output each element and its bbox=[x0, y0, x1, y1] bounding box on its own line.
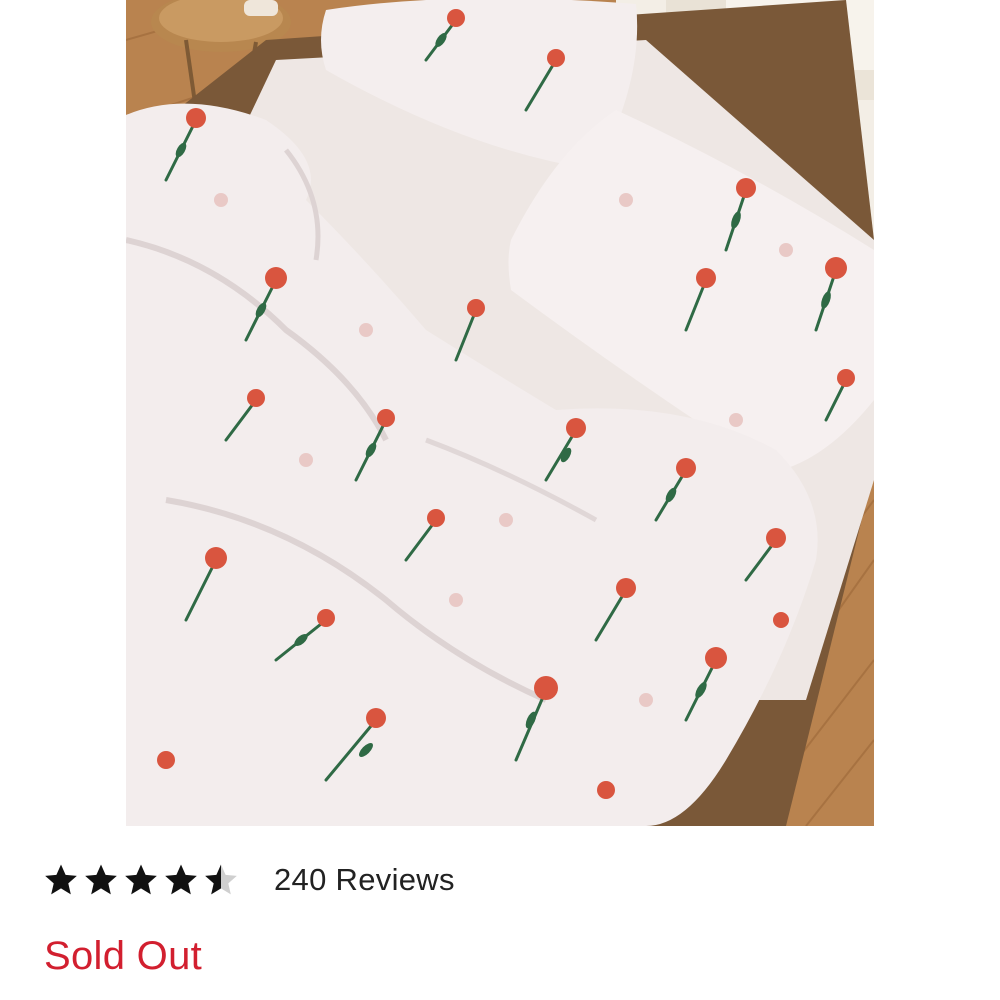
star-half-icon bbox=[202, 861, 240, 899]
star-icon bbox=[122, 861, 160, 899]
product-photo bbox=[126, 0, 874, 826]
rating-summary[interactable]: 240 Reviews bbox=[42, 858, 455, 902]
product-image[interactable] bbox=[126, 0, 874, 826]
star-icon bbox=[162, 861, 200, 899]
availability-status: Sold Out bbox=[44, 934, 203, 978]
star-icon bbox=[82, 861, 120, 899]
product-page: 240 Reviews Sold Out bbox=[0, 0, 1000, 1000]
reviews-link[interactable]: 240 Reviews bbox=[274, 862, 455, 898]
star-rating bbox=[42, 861, 240, 899]
star-icon bbox=[42, 861, 80, 899]
